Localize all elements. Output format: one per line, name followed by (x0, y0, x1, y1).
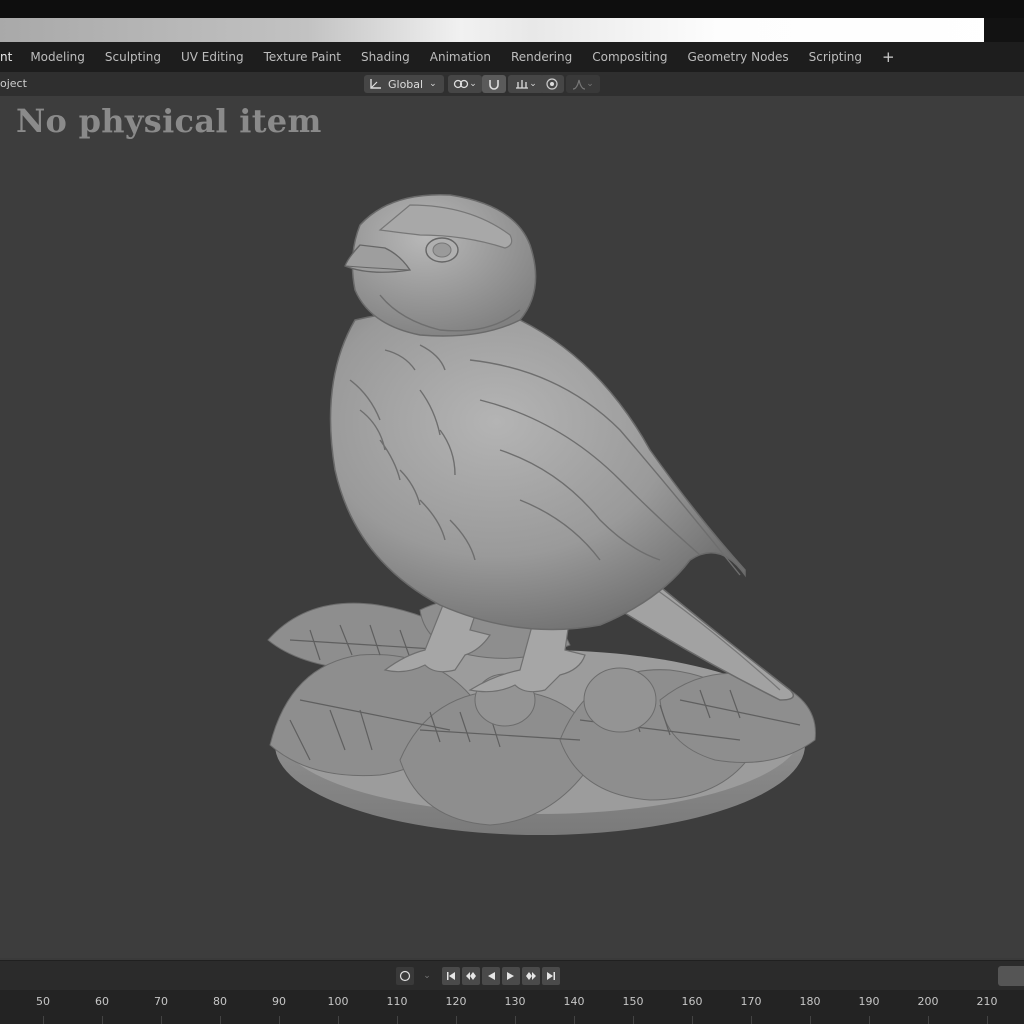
frame-tick (633, 1016, 634, 1024)
chevron-down-icon: ⌄ (469, 79, 477, 89)
workspace-tab-bar: nt Modeling Sculpting UV Editing Texture… (0, 42, 1024, 72)
object-menu[interactable]: oject (0, 77, 27, 90)
frame-label: 120 (445, 995, 467, 1008)
frame-label: 130 (504, 995, 526, 1008)
pivot-group: ⌄ (448, 74, 484, 94)
frame-tick (987, 1016, 988, 1024)
frame-label: 70 (154, 995, 168, 1008)
frame-label: 90 (272, 995, 286, 1008)
jump-to-start-button[interactable] (442, 967, 460, 985)
frame-label: 100 (327, 995, 349, 1008)
play-reverse-icon (488, 972, 495, 980)
tab-texture-paint[interactable]: Texture Paint (254, 50, 351, 64)
snap-increment-icon (516, 80, 529, 89)
bird-sculpture (267, 194, 816, 835)
play-reverse-button[interactable] (482, 967, 500, 985)
snap-target-dropdown[interactable]: ⌄ (508, 75, 544, 93)
timeline-corner-widget[interactable] (998, 966, 1024, 986)
falloff-curve-icon (573, 79, 586, 90)
frame-label: 50 (36, 995, 50, 1008)
jump-prev-keyframe-button[interactable] (462, 967, 480, 985)
frame-tick (397, 1016, 398, 1024)
frame-tick (102, 1016, 103, 1024)
frame-tick (161, 1016, 162, 1024)
tab-scripting[interactable]: Scripting (799, 50, 872, 64)
transform-orientation-label: Global (388, 77, 424, 91)
frame-label: 160 (681, 995, 703, 1008)
tab-animation[interactable]: Animation (420, 50, 501, 64)
chevron-down-icon: ⌄ (586, 79, 594, 89)
tab-modeling[interactable]: Modeling (20, 50, 95, 64)
frame-tick (869, 1016, 870, 1024)
viewport-header: oject Global ⌄ ⌄ ⌄ ⌄ (0, 72, 1024, 97)
tab-rendering[interactable]: Rendering (501, 50, 582, 64)
frame-tick (43, 1016, 44, 1024)
frame-tick (279, 1016, 280, 1024)
frame-tick (751, 1016, 752, 1024)
jump-next-keyframe-button[interactable] (522, 967, 540, 985)
jump-start-icon (447, 972, 455, 980)
tab-layout[interactable]: nt (0, 50, 20, 64)
pivot-link-icon (454, 79, 469, 89)
chevron-down-icon[interactable]: ⌄ (416, 971, 438, 981)
timeline-frame-ruler[interactable]: 50 60 70 80 90 100 110 120 130 140 150 160 170 180 190… (0, 990, 1024, 1024)
frame-tick (338, 1016, 339, 1024)
next-keyframe-icon (526, 972, 536, 980)
play-button[interactable] (502, 967, 520, 985)
snap-toggle[interactable] (482, 75, 506, 93)
frame-tick (456, 1016, 457, 1024)
jump-to-end-button[interactable] (542, 967, 560, 985)
snap-magnet-icon (489, 80, 499, 90)
frame-label: 110 (386, 995, 408, 1008)
frame-label: 140 (563, 995, 585, 1008)
frame-label: 60 (95, 995, 109, 1008)
falloff-dropdown[interactable]: ⌄ (566, 75, 600, 93)
tab-compositing[interactable]: Compositing (582, 50, 677, 64)
chevron-down-icon: ⌄ (529, 79, 537, 89)
transform-orientation-group: Global ⌄ (364, 74, 446, 94)
transform-orientation-icon (370, 79, 381, 89)
frame-tick (574, 1016, 575, 1024)
bird-body (329, 309, 746, 631)
add-workspace-button[interactable]: + (872, 48, 905, 66)
browser-strip (0, 18, 1024, 42)
proportional-edit-icon (546, 78, 558, 90)
tab-uv-editing[interactable]: UV Editing (171, 50, 254, 64)
frame-label: 190 (858, 995, 880, 1008)
frame-label: 170 (740, 995, 762, 1008)
frame-tick (220, 1016, 221, 1024)
overlay-watermark-text: No physical item (16, 102, 322, 140)
tab-sculpting[interactable]: Sculpting (95, 50, 171, 64)
jump-end-icon (547, 972, 555, 980)
frame-label: 80 (213, 995, 227, 1008)
frame-tick (692, 1016, 693, 1024)
bird-head (344, 194, 537, 337)
transform-orientation-dropdown[interactable]: Global ⌄ (364, 75, 444, 93)
playback-controls (442, 967, 562, 985)
play-icon (507, 972, 514, 980)
frame-tick (810, 1016, 811, 1024)
snap-group: ⌄ (482, 74, 546, 94)
strip-dark-corner (984, 18, 1024, 42)
frame-label: 150 (622, 995, 644, 1008)
prev-keyframe-icon (466, 972, 476, 980)
pivot-point-dropdown[interactable]: ⌄ (448, 75, 482, 93)
proportional-group: ⌄ (540, 74, 602, 94)
keyframe-controls: ⌄ (396, 967, 438, 985)
frame-label: 200 (917, 995, 939, 1008)
chevron-down-icon: ⌄ (429, 79, 437, 89)
frame-label: 180 (799, 995, 821, 1008)
auto-keying-button[interactable] (396, 967, 414, 985)
proportional-edit-toggle[interactable] (540, 75, 564, 93)
frame-tick (515, 1016, 516, 1024)
keyframe-dot-icon (399, 970, 411, 982)
frame-tick (928, 1016, 929, 1024)
tab-geometry-nodes[interactable]: Geometry Nodes (677, 50, 798, 64)
frame-label: 210 (976, 995, 998, 1008)
tab-shading[interactable]: Shading (351, 50, 420, 64)
window-top-bar (0, 0, 1024, 18)
timeline-header: ⌄ (0, 960, 1024, 991)
